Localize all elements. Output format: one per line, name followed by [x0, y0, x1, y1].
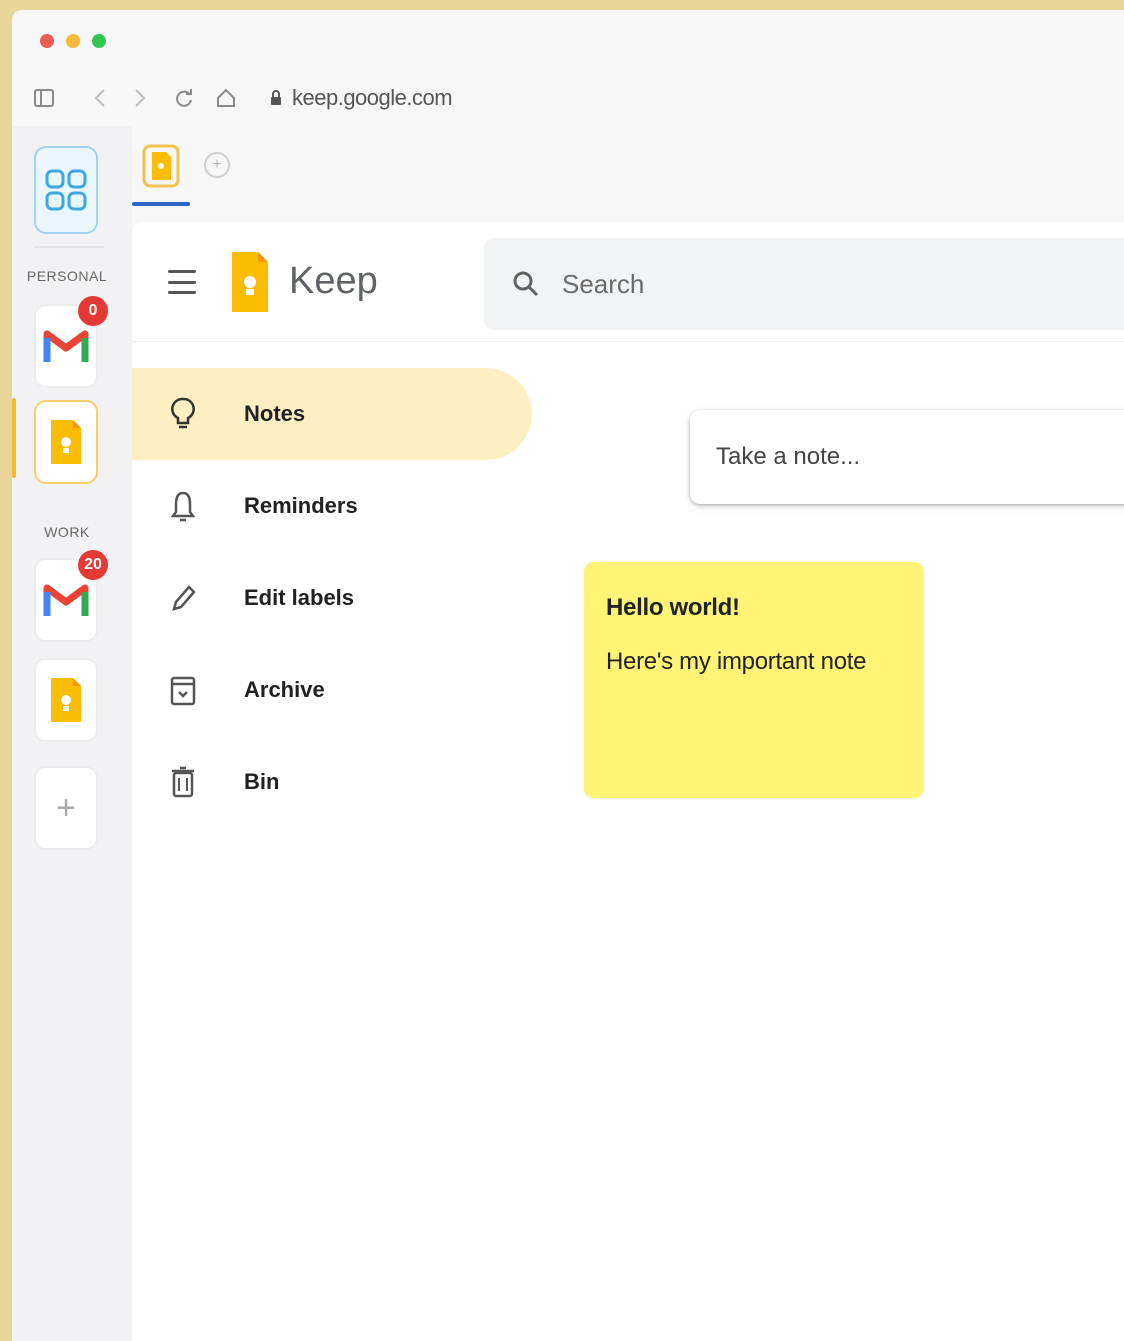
- apps-grid-button[interactable]: [34, 146, 98, 234]
- nav-label: Bin: [244, 769, 280, 794]
- note-title: Hello world!: [606, 594, 740, 621]
- search-icon[interactable]: [512, 270, 540, 298]
- url-text: keep.google.com: [292, 85, 453, 110]
- forward-icon[interactable]: [124, 82, 156, 114]
- nav-item-reminders[interactable]: Reminders: [132, 460, 532, 552]
- nav-item-archive[interactable]: Archive: [132, 644, 532, 736]
- home-icon[interactable]: [210, 82, 242, 114]
- keep-icon: [142, 144, 180, 188]
- side-nav: Notes Reminders Edit labels Archive Bin: [132, 368, 532, 828]
- section-label-personal: PERSONAL: [26, 268, 108, 284]
- tab-strip: +: [132, 126, 1124, 222]
- section-label-work: WORK: [44, 524, 90, 540]
- app-rail: PERSONAL 0 WORK 20 +: [12, 126, 132, 1341]
- rail-app-gmail-work[interactable]: 20: [34, 550, 108, 642]
- rail-app-keep-personal[interactable]: [34, 400, 98, 484]
- browser-window: keep.google.com PERSONAL 0 WORK 20 + + K…: [12, 10, 1124, 1341]
- keep-icon: [51, 678, 81, 722]
- gmail-icon: [43, 330, 89, 362]
- app-title: Keep: [289, 260, 378, 302]
- grid-icon: [45, 169, 87, 211]
- search-input[interactable]: [562, 268, 962, 300]
- note-card[interactable]: Hello world! Here's my important note: [584, 562, 924, 798]
- main-menu-icon[interactable]: [168, 270, 196, 294]
- unread-badge: 0: [78, 296, 108, 326]
- trash-icon: [168, 764, 198, 800]
- rail-app-gmail-personal[interactable]: 0: [34, 296, 108, 388]
- search-bar[interactable]: [484, 238, 1124, 330]
- lightbulb-icon: [168, 396, 198, 432]
- nav-label: Archive: [244, 677, 325, 702]
- lock-icon: [271, 90, 281, 105]
- unread-badge: 20: [78, 550, 108, 580]
- note-body: Here's my important note: [606, 648, 867, 675]
- keep-app: Keep Notes Reminders: [132, 222, 1124, 1341]
- new-tab-button[interactable]: +: [204, 152, 230, 178]
- tab-keep[interactable]: [142, 144, 182, 188]
- nav-item-edit-labels[interactable]: Edit labels: [132, 552, 532, 644]
- archive-icon: [168, 672, 198, 708]
- nav-label: Notes: [244, 401, 306, 426]
- browser-toolbar: keep.google.com: [12, 70, 1124, 126]
- rail-divider: [34, 246, 104, 248]
- maximize-window-button[interactable]: [92, 34, 106, 48]
- plus-icon: +: [56, 788, 76, 827]
- keep-icon: [51, 420, 81, 464]
- window-controls: [40, 34, 106, 48]
- plus-icon: +: [212, 156, 222, 173]
- active-tab-indicator: [132, 202, 190, 206]
- keep-logo-icon: [232, 252, 268, 312]
- close-window-button[interactable]: [40, 34, 54, 48]
- nav-label: Reminders: [244, 493, 358, 518]
- address-bar[interactable]: keep.google.com: [270, 84, 453, 112]
- nav-item-bin[interactable]: Bin: [132, 736, 532, 828]
- reload-icon[interactable]: [168, 82, 200, 114]
- app-header: Keep: [132, 222, 1124, 342]
- add-app-button[interactable]: +: [34, 766, 98, 850]
- active-app-indicator: [12, 398, 16, 478]
- nav-label: Edit labels: [244, 585, 355, 610]
- bell-icon: [168, 488, 198, 524]
- take-a-note-input[interactable]: Take a note...: [690, 410, 1124, 504]
- rail-app-keep-work[interactable]: [34, 658, 98, 742]
- sidebar-toggle-icon[interactable]: [28, 82, 60, 114]
- nav-item-notes[interactable]: Notes: [132, 368, 532, 460]
- back-icon[interactable]: [84, 82, 116, 114]
- pencil-icon: [168, 580, 198, 616]
- gmail-icon: [43, 584, 89, 616]
- minimize-window-button[interactable]: [66, 34, 80, 48]
